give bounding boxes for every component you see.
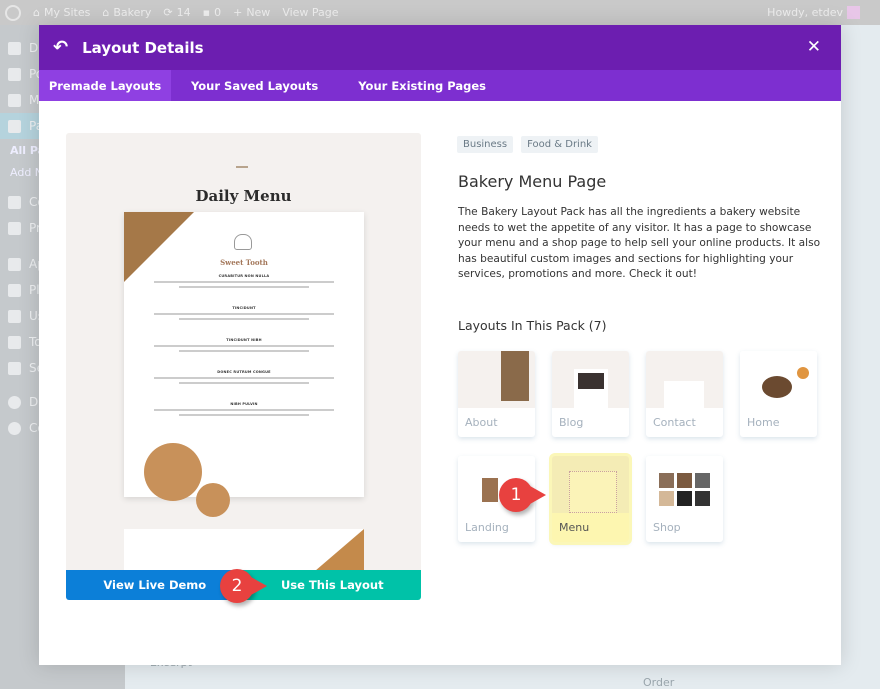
layout-description: The Bakery Layout Pack has all the ingre… xyxy=(458,206,821,280)
plus-icon: + xyxy=(233,6,243,19)
cookie-image xyxy=(196,483,230,517)
view-page-link[interactable]: View Page xyxy=(282,6,338,19)
thumbnail-image xyxy=(552,351,629,408)
my-sites-link[interactable]: ⌂ My Sites xyxy=(33,6,90,19)
menu-card xyxy=(124,529,364,570)
pack-title: Layouts In This Pack (7) xyxy=(458,318,607,333)
cupcake-icon xyxy=(234,234,252,250)
menu-item: TINCIDUNT NIBH xyxy=(154,338,334,352)
thumbnail-image xyxy=(646,351,723,408)
avatar xyxy=(847,6,860,19)
menu-item: TINCIDUNT xyxy=(154,306,334,320)
thumbnail-image xyxy=(458,351,535,408)
use-this-layout-button[interactable]: Use This Layout xyxy=(243,570,421,600)
cookies-image xyxy=(124,212,194,282)
pin-icon xyxy=(8,221,21,235)
tab-existing-pages[interactable]: Your Existing Pages xyxy=(338,70,506,101)
menu-item: DONEC RUTRUM CONGUE xyxy=(154,370,334,384)
thumbnail-image xyxy=(740,351,817,408)
tab-bar: Premade Layouts Your Saved Layouts Your … xyxy=(39,70,841,101)
admin-bar: ⌂ My Sites ⌂ Bakery ⟳ 14 ▪ 0 + New View Page … xyxy=(0,0,880,25)
wrench-icon xyxy=(8,335,21,349)
tab-saved-layouts[interactable]: Your Saved Layouts xyxy=(171,70,338,101)
menu-item: CURABITUR NON NULLA xyxy=(154,274,334,288)
tag[interactable]: Business xyxy=(457,136,514,153)
media-icon xyxy=(8,93,21,107)
layout-thumb-menu[interactable]: Menu xyxy=(549,453,632,545)
pages-icon xyxy=(8,119,21,133)
tag[interactable]: Food & Drink xyxy=(521,136,598,153)
layout-title: Bakery Menu Page xyxy=(458,172,607,191)
plugin-icon xyxy=(8,283,21,297)
user-icon xyxy=(8,309,21,323)
layout-thumb-shop[interactable]: Shop xyxy=(646,456,723,542)
dashboard-icon xyxy=(8,41,21,55)
pin-icon xyxy=(8,67,21,81)
account-menu[interactable]: Howdy, etdev xyxy=(767,6,860,19)
site-link[interactable]: ⌂ Bakery xyxy=(102,6,151,19)
modal-header: ↶ Layout Details ✕ xyxy=(39,25,841,70)
tag-list: Business Food & Drink xyxy=(457,136,598,153)
preview-title: Daily Menu xyxy=(195,187,292,205)
layout-thumb-home[interactable]: Home xyxy=(740,351,817,437)
annotation-badge-1: 1 xyxy=(499,478,546,512)
thumbnail-image xyxy=(552,456,629,513)
collapse-icon xyxy=(8,421,21,435)
thumbnail-image xyxy=(646,456,723,513)
layout-details-modal: ↶ Layout Details ✕ Premade Layouts Your … xyxy=(39,25,841,665)
updates-link[interactable]: ⟳ 14 xyxy=(163,6,190,19)
bread-image xyxy=(294,529,364,570)
sites-icon: ⌂ xyxy=(33,6,40,19)
tab-premade-layouts[interactable]: Premade Layouts xyxy=(39,70,171,101)
modal-title: Layout Details xyxy=(82,38,204,57)
order-label: Order xyxy=(643,676,675,689)
divi-icon xyxy=(8,395,21,409)
layout-preview-image[interactable]: Daily Menu Sweet Tooth CURABITUR NON NUL… xyxy=(66,133,421,570)
section-title: Sweet Tooth xyxy=(220,258,268,267)
wordpress-logo-icon[interactable] xyxy=(5,4,21,21)
menu-item: NIBH PULVIN xyxy=(154,402,334,416)
back-arrow-icon[interactable]: ↶ xyxy=(53,37,68,58)
cookie-image xyxy=(144,443,202,501)
decorative-line xyxy=(236,166,248,168)
comment-icon: ▪ xyxy=(202,6,211,19)
refresh-icon: ⟳ xyxy=(163,6,173,19)
comment-icon xyxy=(8,195,21,209)
layout-thumb-contact[interactable]: Contact xyxy=(646,351,723,437)
comments-link[interactable]: ▪ 0 xyxy=(203,6,221,19)
settings-icon xyxy=(8,361,21,375)
new-link[interactable]: + New xyxy=(233,6,270,19)
close-icon[interactable]: ✕ xyxy=(807,37,821,57)
layout-thumb-blog[interactable]: Blog xyxy=(552,351,629,437)
home-icon: ⌂ xyxy=(102,6,110,19)
view-live-demo-button[interactable]: View Live Demo xyxy=(66,570,244,600)
annotation-badge-2: 2 xyxy=(220,569,267,603)
layout-thumb-about[interactable]: About xyxy=(458,351,535,437)
brush-icon xyxy=(8,257,21,271)
